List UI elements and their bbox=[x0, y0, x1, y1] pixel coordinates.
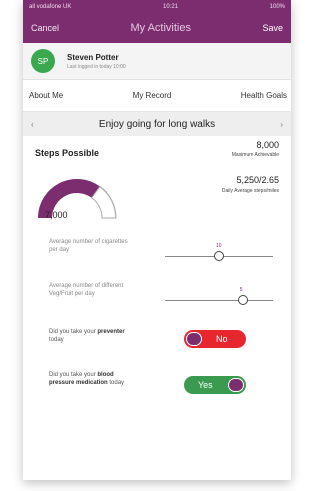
steps-panel: Steps Possible 7,000 8,000 Maximum Achie… bbox=[23, 136, 291, 232]
page-title: My Activities bbox=[130, 22, 191, 34]
toggle-value: No bbox=[216, 334, 228, 344]
slider-value-tick: 10 bbox=[216, 243, 222, 249]
toggle-label: Did you take your preventer today bbox=[49, 328, 129, 344]
status-bar: all vodafone UK 10:21 100% bbox=[23, 0, 291, 13]
steps-value: 7,000 bbox=[45, 210, 68, 220]
status-time: 10:21 bbox=[163, 3, 179, 10]
goal-banner: ‹ Enjoy going for long walks › bbox=[23, 112, 291, 136]
toggle-label: Did you take your blood pressure medicat… bbox=[49, 371, 129, 387]
tab-bar: About Me My Record Health Goals bbox=[23, 80, 291, 112]
bp-medication-toggle-row: Did you take your blood pressure medicat… bbox=[23, 363, 291, 406]
max-label: Maximum Achievable bbox=[231, 152, 279, 158]
vegfruit-slider-row: Average number of different Veg/Fruit pe… bbox=[23, 276, 291, 320]
toggle-label-pre: Did you take your bbox=[49, 329, 96, 335]
toggle-knob bbox=[228, 378, 244, 392]
avg-label: Daily Average steps/miles bbox=[221, 188, 279, 194]
max-value: 8,000 bbox=[256, 140, 279, 150]
slider-label: Average number of cigarettes per day bbox=[49, 239, 128, 253]
carrier-label: all vodafone UK bbox=[29, 3, 72, 10]
tab-about-me[interactable]: About Me bbox=[29, 91, 63, 100]
steps-title: Steps Possible bbox=[35, 148, 100, 158]
toggle-label-post: today bbox=[49, 337, 64, 343]
toggle-label-bold: preventer bbox=[97, 329, 125, 335]
avg-value: 5,250/2.65 bbox=[236, 175, 279, 185]
phone-screen: all vodafone UK 10:21 100% Cancel My Act… bbox=[23, 0, 291, 480]
user-bar: SP Steven Potter Last logged in today 10… bbox=[23, 43, 291, 80]
preventer-toggle[interactable]: No bbox=[184, 330, 246, 348]
cigarettes-slider-thumb[interactable] bbox=[214, 251, 224, 261]
cigarettes-slider-row: Average number of cigarettes per day 10 bbox=[23, 232, 291, 276]
chevron-left-icon[interactable]: ‹ bbox=[31, 120, 34, 129]
slider-value-tick: 5 bbox=[239, 287, 243, 293]
gauge-remaining bbox=[91, 187, 115, 219]
vegfruit-slider-track[interactable] bbox=[165, 300, 273, 301]
last-login-text: Last logged in today 10:00 bbox=[67, 63, 126, 70]
tab-my-record[interactable]: My Record bbox=[133, 91, 172, 100]
battery-label: 100% bbox=[269, 3, 285, 10]
preventer-toggle-row: Did you take your preventer today No bbox=[23, 320, 291, 363]
bp-medication-toggle[interactable]: Yes bbox=[184, 376, 246, 394]
slider-label: Average number of different Veg/Fruit pe… bbox=[49, 283, 124, 297]
toggle-label-post: today bbox=[109, 380, 125, 386]
user-name: Steven Potter bbox=[67, 52, 119, 62]
avatar: SP bbox=[31, 49, 55, 73]
chevron-right-icon[interactable]: › bbox=[280, 120, 283, 129]
goal-text: Enjoy going for long walks bbox=[98, 118, 216, 130]
vegfruit-slider-thumb[interactable] bbox=[237, 295, 248, 305]
save-button[interactable]: Save bbox=[262, 23, 283, 33]
toggle-value: Yes bbox=[198, 380, 213, 390]
tab-health-goals[interactable]: Health Goals bbox=[241, 91, 287, 100]
nav-bar: Cancel My Activities Save bbox=[23, 13, 291, 43]
toggle-label-pre: Did you take your bbox=[49, 372, 96, 378]
cancel-button[interactable]: Cancel bbox=[31, 23, 59, 33]
toggle-knob bbox=[186, 332, 202, 346]
